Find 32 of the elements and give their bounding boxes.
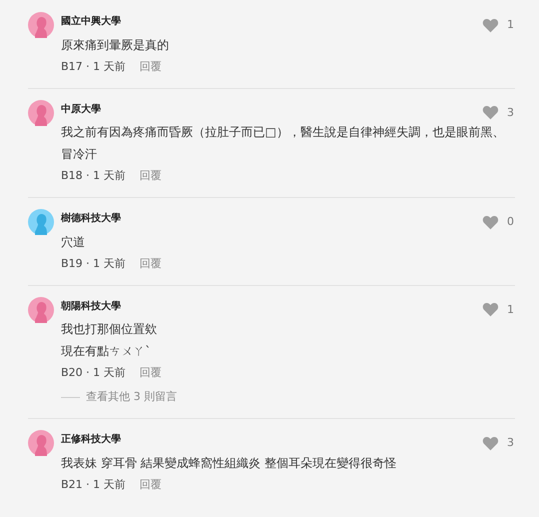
heart-icon[interactable] — [482, 105, 499, 120]
comment-text: 我之前有因為疼痛而昏厥（拉肚子而已□），醫生說是自律神經失調，也是眼前黑、冒冷汗 — [61, 124, 506, 163]
floor-time: B18 · 1 天前 — [61, 168, 126, 184]
comment-text: 穴道 — [61, 234, 86, 250]
like-count: 0 — [507, 214, 515, 230]
comment-text: 現在有點ㄘㄨㄚˋ — [61, 343, 152, 360]
author-name: 樹德科技大學 — [61, 212, 121, 226]
reply-button[interactable]: 回覆 — [140, 362, 162, 384]
reply-button[interactable]: 回覆 — [140, 56, 162, 78]
author-name: 朝陽科技大學 — [61, 300, 121, 314]
heart-icon[interactable] — [482, 214, 499, 230]
floor-time: B17 · 1 天前 — [61, 58, 126, 74]
reply-button[interactable]: 回覆 — [140, 252, 162, 274]
floor-time: B19 · 1 天前 — [61, 256, 126, 272]
view-more-replies[interactable]: 查看其他 3 則留言 — [61, 386, 515, 408]
reply-button[interactable]: 回覆 — [140, 165, 162, 187]
like-count: 1 — [507, 17, 515, 33]
like-count: 3 — [507, 104, 515, 120]
author-name: 國立中興大學 — [61, 14, 121, 30]
heart-icon[interactable] — [482, 302, 499, 318]
like-count: 1 — [507, 302, 515, 318]
comment-text: 我也打那個位置欸 — [61, 321, 158, 338]
author-name: 正修科技大學 — [61, 432, 121, 448]
like-count: 3 — [507, 435, 515, 451]
floor-time: B21 · 1 天前 — [61, 476, 126, 492]
floor-time: B20 · 1 天前 — [61, 365, 126, 381]
reply-button[interactable]: 回覆 — [140, 474, 162, 496]
comment-text: 我表妹 穿耳骨 結果變成蜂窩性組織炎 整個耳朵現在變得很奇怪 — [61, 454, 398, 472]
heart-icon[interactable] — [482, 436, 499, 451]
heart-icon[interactable] — [482, 18, 499, 33]
author-name: 中原大學 — [61, 102, 101, 117]
comment-text: 原來痛到暈厥是真的 — [61, 36, 170, 54]
